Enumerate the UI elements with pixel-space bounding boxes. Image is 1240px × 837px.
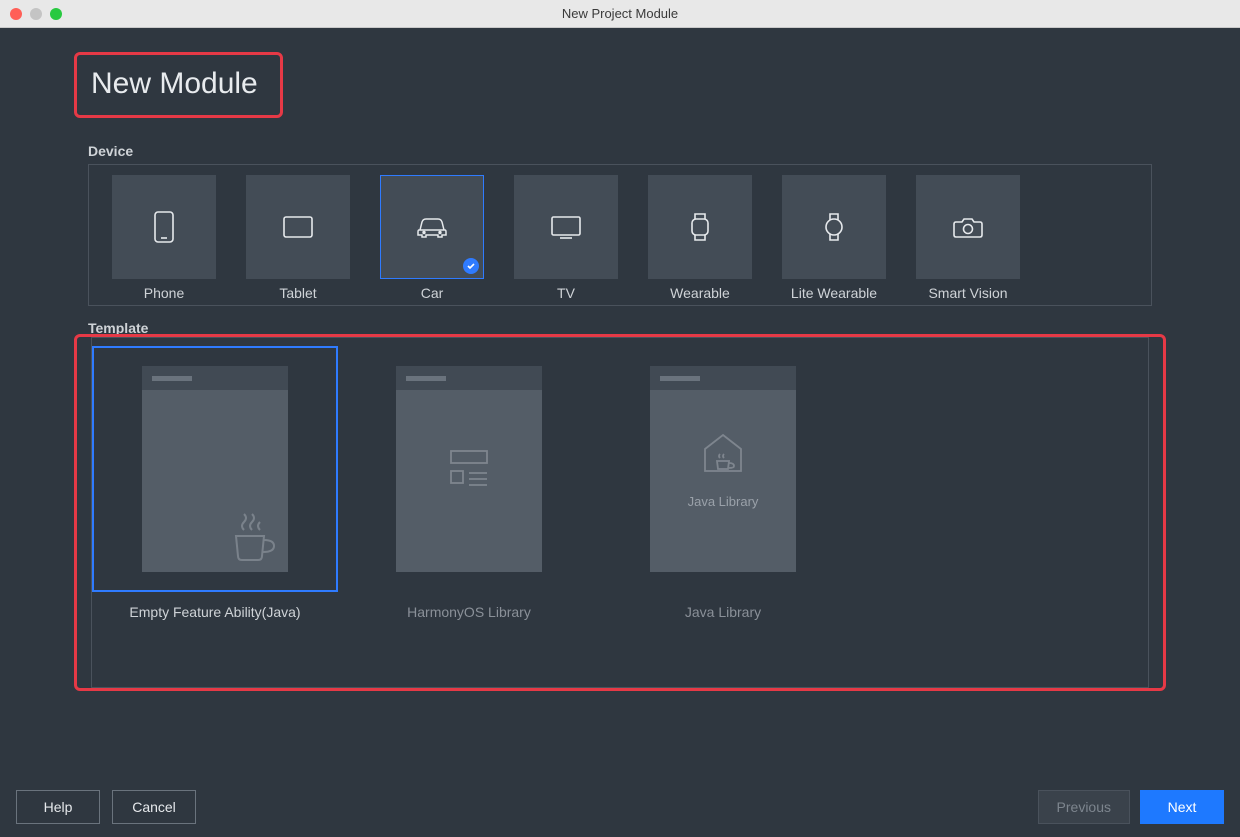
template-highlight: Empty Feature Ability(Java)	[74, 334, 1166, 691]
next-button[interactable]: Next	[1140, 790, 1224, 824]
template-card-java-library[interactable]: Java Library	[600, 346, 846, 592]
device-panel: Phone Tablet Car TV	[88, 164, 1152, 306]
titlebar: New Project Module	[0, 0, 1240, 28]
device-item-tablet: Tablet	[245, 175, 351, 301]
device-label: Lite Wearable	[791, 285, 877, 301]
window-controls	[10, 8, 62, 20]
device-label: Smart Vision	[928, 285, 1007, 301]
template-thumb	[396, 366, 542, 572]
template-item-harmonyos-library: HarmonyOS Library	[346, 346, 592, 687]
phone-icon	[154, 211, 174, 243]
device-item-smart-vision: Smart Vision	[915, 175, 1021, 301]
section-label-device: Device	[88, 143, 133, 159]
device-tile-phone[interactable]	[112, 175, 216, 279]
device-tile-car[interactable]	[380, 175, 484, 279]
heading-highlight: New Module	[74, 52, 283, 118]
device-label: Phone	[144, 285, 184, 301]
maximize-window-icon[interactable]	[50, 8, 62, 20]
cancel-button[interactable]: Cancel	[112, 790, 196, 824]
lite-wearable-icon	[823, 212, 845, 242]
template-label: Empty Feature Ability(Java)	[129, 604, 300, 620]
wearable-icon	[689, 212, 711, 242]
selected-badge-icon	[463, 258, 479, 274]
previous-button: Previous	[1038, 790, 1130, 824]
page-title: New Module	[91, 67, 258, 101]
device-tile-tv[interactable]	[514, 175, 618, 279]
tv-icon	[550, 215, 582, 239]
dialog-content: New Module Device Phone Tablet Car	[0, 28, 1240, 777]
template-label: HarmonyOS Library	[407, 604, 531, 620]
device-label: Tablet	[279, 285, 316, 301]
window-title: New Project Module	[562, 6, 678, 21]
template-card-empty-feature[interactable]	[92, 346, 338, 592]
device-tile-smart-vision[interactable]	[916, 175, 1020, 279]
dialog-footer: Help Cancel Previous Next	[0, 777, 1240, 837]
device-label: Car	[421, 285, 444, 301]
device-item-tv: TV	[513, 175, 619, 301]
device-tile-tablet[interactable]	[246, 175, 350, 279]
device-tile-wearable[interactable]	[648, 175, 752, 279]
template-label: Java Library	[685, 604, 761, 620]
device-label: TV	[557, 285, 575, 301]
device-item-phone: Phone	[111, 175, 217, 301]
coffee-icon	[226, 510, 280, 564]
car-icon	[416, 215, 448, 239]
device-tile-lite-wearable[interactable]	[782, 175, 886, 279]
device-item-wearable: Wearable	[647, 175, 753, 301]
template-thumb	[142, 366, 288, 572]
close-window-icon[interactable]	[10, 8, 22, 20]
minimize-window-icon[interactable]	[30, 8, 42, 20]
tablet-icon	[283, 216, 313, 238]
device-item-lite-wearable: Lite Wearable	[781, 175, 887, 301]
device-item-car: Car	[379, 175, 485, 301]
template-thumb: Java Library	[650, 366, 796, 572]
template-inner-text: Java Library	[650, 494, 796, 509]
template-card-harmonyos-library[interactable]	[346, 346, 592, 592]
template-item-java-library: Java Library Java Library	[600, 346, 846, 687]
list-icon	[445, 449, 493, 489]
camera-icon	[953, 215, 983, 239]
help-button[interactable]: Help	[16, 790, 100, 824]
library-icon	[699, 431, 747, 475]
template-item-empty-feature: Empty Feature Ability(Java)	[92, 346, 338, 687]
device-label: Wearable	[670, 285, 730, 301]
template-panel: Empty Feature Ability(Java)	[91, 337, 1149, 688]
